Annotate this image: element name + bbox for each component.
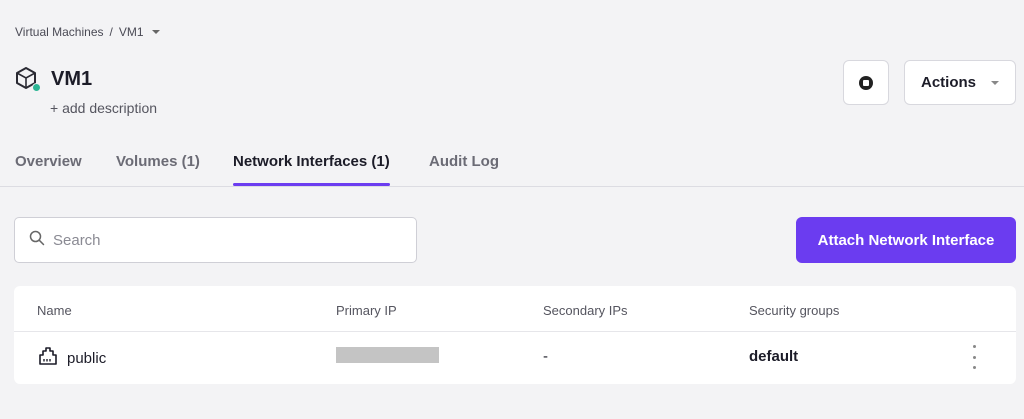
chevron-down-icon <box>991 81 999 85</box>
breadcrumb: Virtual Machines / VM1 <box>15 25 160 39</box>
add-description-link[interactable]: + add description <box>50 100 157 116</box>
stop-button[interactable] <box>843 60 889 105</box>
table-row[interactable]: public - default <box>14 333 1016 384</box>
network-interface-icon <box>37 346 59 370</box>
status-indicator <box>32 83 41 92</box>
secondary-ips-cell: - <box>543 348 548 365</box>
column-header-secondary-ips[interactable]: Secondary IPs <box>543 303 628 318</box>
primary-ip-redacted <box>336 347 439 363</box>
breadcrumb-separator: / <box>109 25 113 39</box>
tab-overview[interactable]: Overview <box>15 153 82 186</box>
actions-dropdown-button[interactable]: Actions <box>904 60 1016 105</box>
breadcrumb-parent-link[interactable]: Virtual Machines <box>15 25 104 39</box>
chevron-down-icon[interactable] <box>151 30 160 34</box>
search-icon <box>29 230 45 251</box>
name-cell: public <box>37 346 106 370</box>
page-title: VM1 <box>51 67 93 90</box>
tab-volumes[interactable]: Volumes (1) <box>116 153 200 186</box>
actions-label: Actions <box>921 74 977 91</box>
interface-name-link[interactable]: public <box>67 350 106 367</box>
attach-network-interface-button[interactable]: Attach Network Interface <box>796 217 1016 263</box>
kebab-menu-icon[interactable] <box>969 345 979 369</box>
stop-icon <box>859 75 873 90</box>
breadcrumb-current[interactable]: VM1 <box>119 25 144 39</box>
column-header-primary-ip[interactable]: Primary IP <box>336 303 397 318</box>
column-header-security-groups[interactable]: Security groups <box>749 303 839 318</box>
column-header-name[interactable]: Name <box>37 303 72 318</box>
table-header: Name Primary IP Secondary IPs Security g… <box>14 286 1016 332</box>
search-field[interactable] <box>14 217 417 263</box>
page-header: VM1 <box>15 66 92 92</box>
tab-network-interfaces[interactable]: Network Interfaces (1) <box>233 153 390 186</box>
search-input[interactable] <box>53 231 393 249</box>
network-interfaces-table: Name Primary IP Secondary IPs Security g… <box>14 286 1016 384</box>
tab-bar: Overview Volumes (1) Network Interfaces … <box>0 140 1024 187</box>
security-groups-cell[interactable]: default <box>749 348 798 365</box>
vm-cube-icon <box>15 66 41 92</box>
tab-audit-log[interactable]: Audit Log <box>429 153 499 186</box>
